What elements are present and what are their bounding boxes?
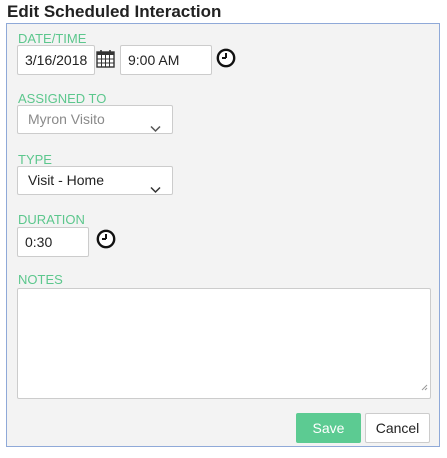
type-select[interactable]: Visit - Home [17, 166, 173, 195]
dialog-title: Edit Scheduled Interaction [7, 2, 222, 21]
assigned-to-value: Myron Visito [28, 111, 105, 127]
save-button[interactable]: Save [296, 413, 361, 443]
assigned-to-select: Myron Visito [17, 105, 173, 134]
chevron-down-icon [150, 115, 161, 142]
resize-grip-icon[interactable] [421, 378, 428, 396]
type-label: TYPE [18, 152, 52, 167]
clock-icon[interactable] [96, 229, 116, 254]
notes-label: NOTES [18, 272, 63, 287]
assigned-to-label: ASSIGNED TO [18, 91, 107, 106]
calendar-icon[interactable] [96, 49, 115, 73]
chevron-down-icon [150, 176, 161, 203]
clock-icon[interactable] [216, 48, 236, 73]
time-input[interactable]: 9:00 AM [120, 45, 212, 75]
cancel-button[interactable]: Cancel [365, 413, 430, 443]
duration-label: DURATION [18, 212, 85, 227]
datetime-label: DATE/TIME [18, 31, 87, 46]
edit-interaction-form: DATE/TIME 3/16/2018 9:00 AM ASSIGNED TO … [6, 23, 440, 447]
type-value: Visit - Home [28, 172, 104, 188]
notes-textarea[interactable] [17, 288, 431, 399]
duration-input[interactable]: 0:30 [17, 227, 89, 257]
date-input[interactable]: 3/16/2018 [17, 45, 95, 75]
